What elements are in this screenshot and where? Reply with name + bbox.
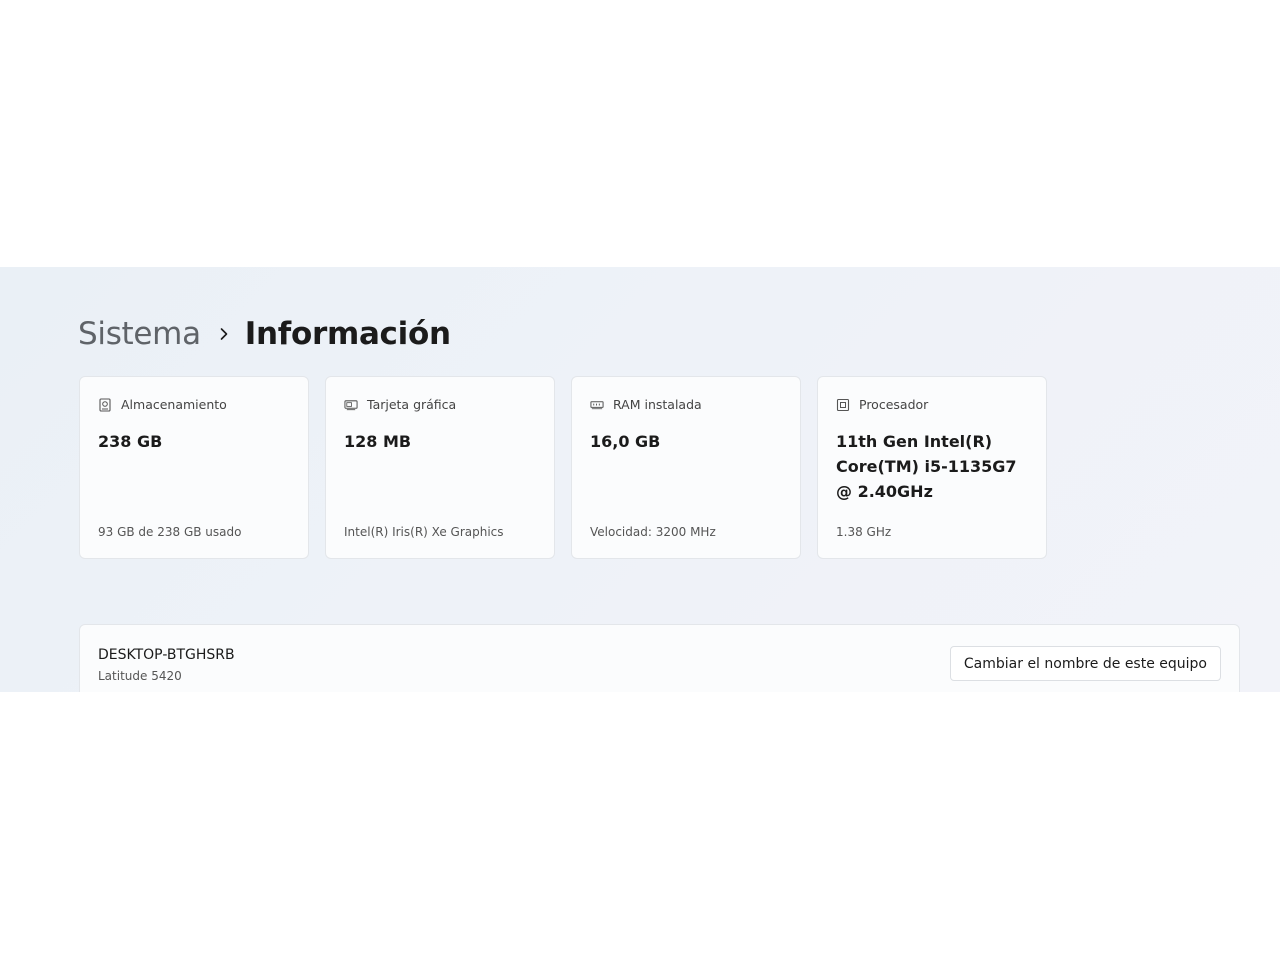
- breadcrumb: Sistema Información: [78, 314, 451, 354]
- processor-icon: [836, 398, 850, 412]
- graphics-card-icon: [344, 398, 358, 412]
- card-storage: Almacenamiento 238 GB 93 GB de 238 GB us…: [79, 376, 309, 559]
- card-header: Tarjeta gráfica: [344, 397, 456, 412]
- card-value: 11th Gen Intel(R) Core(TM) i5-1135G7 @ 2…: [836, 432, 1017, 501]
- card-processor: Procesador 11th Gen Intel(R) Core(TM) i5…: [817, 376, 1047, 559]
- card-graphics: Tarjeta gráfica 128 MB Intel(R) Iris(R) …: [325, 376, 555, 559]
- card-label: Procesador: [859, 397, 929, 412]
- card-detail: 1.38 GHz: [836, 525, 892, 539]
- card-header: RAM instalada: [590, 397, 702, 412]
- card-header: Almacenamiento: [98, 397, 227, 412]
- device-name-panel: DESKTOP-BTGHSRB Latitude 5420 Cambiar el…: [79, 624, 1240, 692]
- ram-icon: [590, 398, 604, 412]
- chevron-right-icon: [219, 327, 229, 341]
- card-label: Almacenamiento: [121, 397, 227, 412]
- storage-icon: [98, 397, 112, 412]
- spec-cards: Almacenamiento 238 GB 93 GB de 238 GB us…: [79, 376, 1047, 559]
- settings-window: Sistema Información Almacenamiento 238 G…: [0, 267, 1280, 692]
- card-ram: RAM instalada 16,0 GB Velocidad: 3200 MH…: [571, 376, 801, 559]
- card-value: 16,0 GB: [590, 432, 661, 451]
- card-detail: Intel(R) Iris(R) Xe Graphics: [344, 525, 504, 539]
- card-label: RAM instalada: [613, 397, 702, 412]
- device-model: Latitude 5420: [98, 669, 182, 683]
- page-title: Información: [244, 316, 451, 352]
- card-header: Procesador: [836, 397, 928, 412]
- card-detail: Velocidad: 3200 MHz: [590, 525, 716, 539]
- card-value: 128 MB: [344, 432, 412, 451]
- card-value: 238 GB: [98, 432, 163, 451]
- rename-pc-button[interactable]: Cambiar el nombre de este equipo: [949, 646, 1221, 681]
- device-name: DESKTOP-BTGHSRB: [98, 647, 235, 663]
- breadcrumb-parent-sistema[interactable]: Sistema: [78, 316, 201, 352]
- card-label: Tarjeta gráfica: [367, 397, 457, 412]
- card-detail: 93 GB de 238 GB usado: [98, 525, 242, 539]
